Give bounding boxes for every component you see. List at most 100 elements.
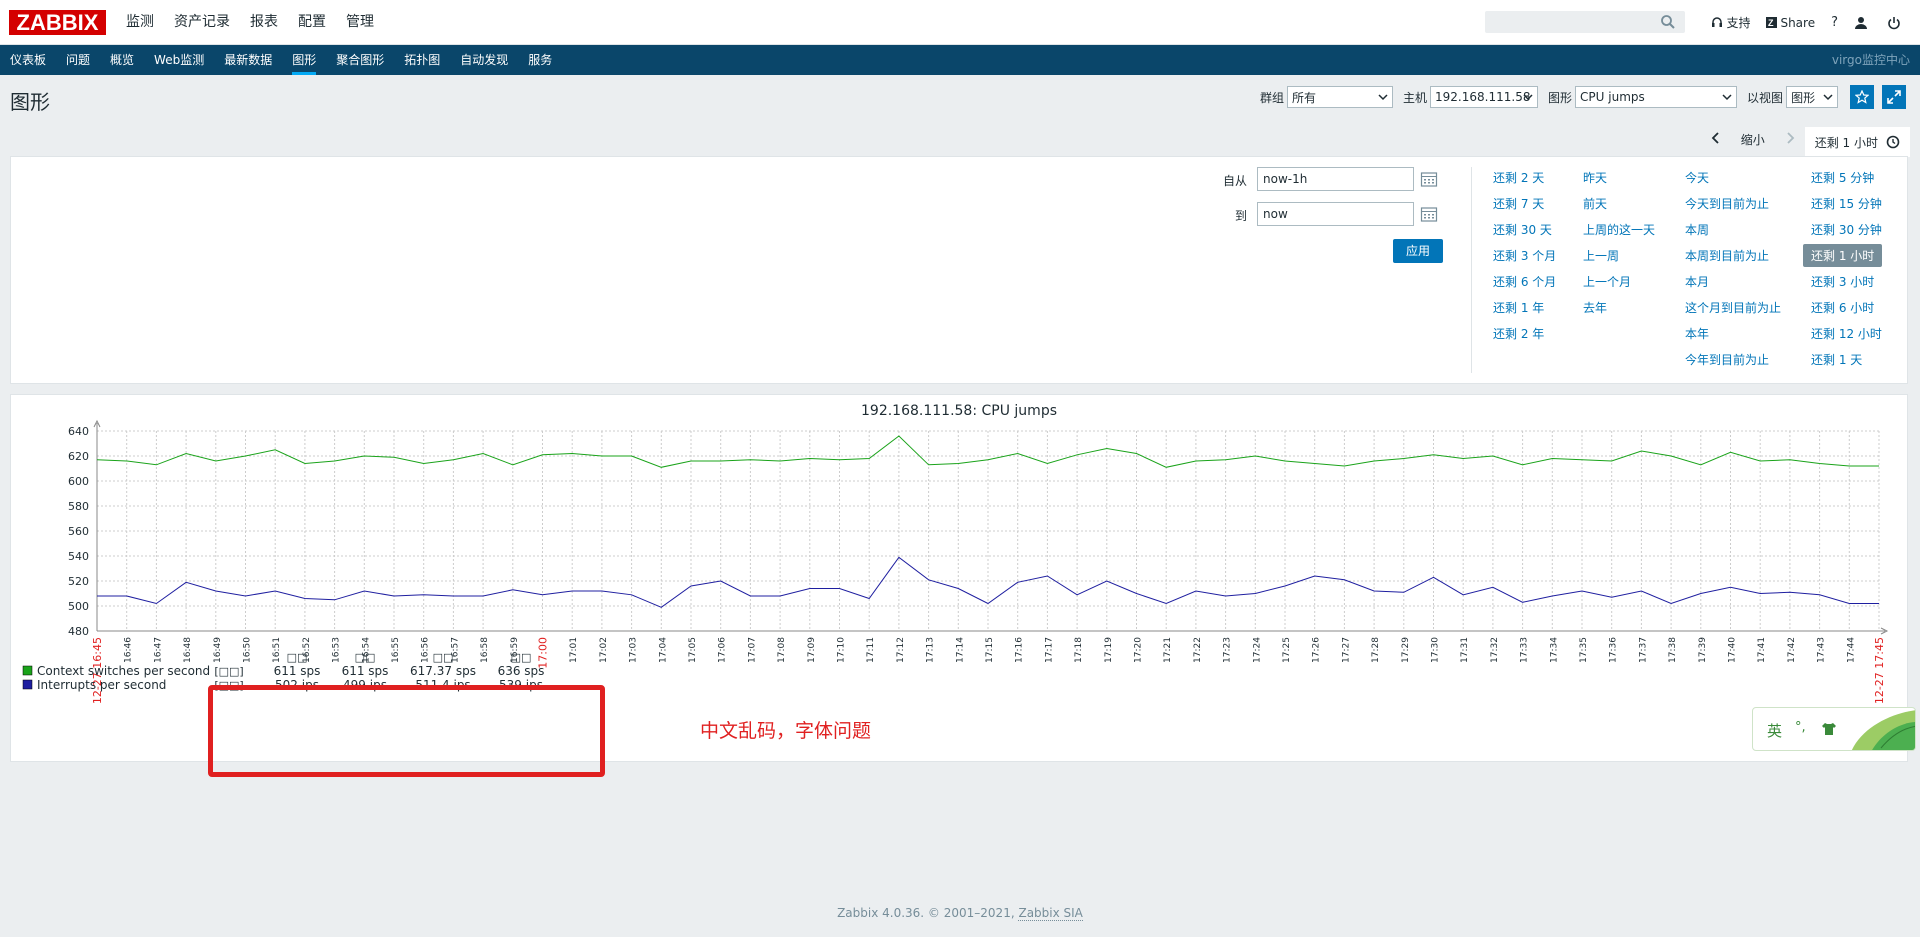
fullscreen-button[interactable]: [1882, 85, 1907, 109]
apply-button[interactable]: 应用: [1393, 239, 1443, 263]
zoom-out-button[interactable]: 缩小: [1731, 131, 1775, 148]
quick-time-link[interactable]: 还剩 30 天: [1493, 221, 1552, 238]
quick-time-link[interactable]: 还剩 5 分钟: [1811, 169, 1874, 186]
sub-menu-item[interactable]: 最新数据: [214, 45, 282, 75]
footer: Zabbix 4.0.36. © 2001–2021, Zabbix SIA: [0, 906, 1920, 921]
quick-time-link[interactable]: 还剩 2 天: [1493, 169, 1544, 186]
legend-value: 617.37 sps: [410, 664, 476, 678]
quick-time-link[interactable]: 还剩 6 个月: [1493, 273, 1556, 290]
calendar-icon[interactable]: [1420, 205, 1438, 223]
sub-menu-item[interactable]: 聚合图形: [326, 45, 394, 75]
sub-menu-item[interactable]: 拓扑图: [394, 45, 450, 75]
quick-time-link[interactable]: 前天: [1583, 195, 1607, 212]
time-forward-button[interactable]: [1775, 131, 1805, 147]
quick-time-link[interactable]: 还剩 3 个月: [1493, 247, 1556, 264]
logout-link[interactable]: [1887, 16, 1904, 30]
y-tick-label: 600: [68, 475, 89, 488]
quick-time-link[interactable]: 今天到目前为止: [1685, 195, 1769, 212]
time-filter-tab[interactable]: 还剩 1 小时: [1804, 127, 1910, 157]
x-tick-label: 17:36: [1609, 637, 1619, 663]
quick-time-link[interactable]: 上一个月: [1583, 273, 1631, 290]
quick-time-link[interactable]: 还剩 1 年: [1493, 299, 1544, 316]
x-tick-label: 17:30: [1431, 637, 1441, 663]
x-tick-label: 16:47: [153, 637, 163, 663]
ime-toolbar[interactable]: 英 °,: [1752, 707, 1916, 751]
graph-select[interactable]: CPU jumps: [1575, 86, 1738, 108]
sub-menu-item[interactable]: 自动发现: [450, 45, 518, 75]
x-tick-label: 17:28: [1371, 637, 1381, 663]
from-input[interactable]: now-1h: [1257, 167, 1414, 191]
quick-time-link[interactable]: 今天: [1685, 169, 1709, 186]
expand-icon: [1887, 90, 1901, 104]
x-tick-label: 17:35: [1579, 637, 1589, 663]
quick-time-link[interactable]: 还剩 2 年: [1493, 325, 1544, 342]
calendar-icon[interactable]: [1420, 170, 1438, 188]
quick-time-link[interactable]: 今年到目前为止: [1685, 351, 1769, 368]
quick-time-link[interactable]: 还剩 30 分钟: [1811, 221, 1882, 238]
x-tick-label: 17:12: [896, 637, 906, 663]
sub-menu-item[interactable]: 问题: [56, 45, 100, 75]
x-tick-label: 17:23: [1223, 637, 1233, 663]
zabbix-sia-link[interactable]: Zabbix SIA: [1018, 906, 1083, 921]
host-select[interactable]: 192.168.111.58: [1430, 86, 1539, 108]
x-tick-label: 17:26: [1312, 637, 1322, 663]
quick-time-link[interactable]: 上一周: [1583, 247, 1619, 264]
x-tick-label: 17:19: [1104, 637, 1114, 663]
zabbix-logo[interactable]: ZABBIX: [9, 10, 106, 35]
quick-time-link[interactable]: 这个月到目前为止: [1685, 299, 1781, 316]
legend-value: 611 sps: [274, 664, 321, 678]
group-select[interactable]: 所有: [1287, 86, 1394, 108]
x-tick-label: 17:44: [1846, 637, 1856, 663]
time-back-button[interactable]: [1701, 131, 1731, 147]
time-filter-panel: 自从 now-1h 到 now 应用 还剩 2 天还剩 7 天还剩 30 天还剩…: [10, 156, 1908, 384]
quick-time-link[interactable]: 本周: [1685, 221, 1709, 238]
legend-bracket-label: [□□]: [214, 665, 243, 678]
quick-time-link[interactable]: 还剩 1 天: [1811, 351, 1862, 368]
quick-time-link[interactable]: 还剩 7 天: [1493, 195, 1544, 212]
x-tick-label: 17:32: [1490, 637, 1500, 663]
x-tick-label: 17:10: [837, 637, 847, 663]
sub-menu-item[interactable]: 仪表板: [0, 45, 56, 75]
quick-time-link[interactable]: 还剩 12 小时: [1811, 325, 1882, 342]
quick-time-link[interactable]: 还剩 15 分钟: [1811, 195, 1882, 212]
search-input[interactable]: [1485, 11, 1685, 33]
search-icon[interactable]: [1660, 14, 1676, 30]
top-menu-item[interactable]: 报表: [240, 0, 288, 45]
quick-time-link[interactable]: 还剩 1 小时: [1803, 244, 1883, 267]
user-profile-link[interactable]: [1854, 16, 1871, 30]
y-tick-label: 540: [68, 550, 89, 563]
top-menu-item[interactable]: 资产记录: [164, 0, 240, 45]
quick-time-link[interactable]: 本周到目前为止: [1685, 247, 1769, 264]
support-link[interactable]: 支持: [1711, 14, 1750, 31]
help-link[interactable]: ?: [1831, 15, 1838, 30]
chevron-down-icon: [1722, 94, 1732, 101]
x-tick-label: 17:14: [955, 637, 965, 663]
view-select[interactable]: 图形: [1786, 86, 1839, 108]
sub-menu-item[interactable]: 图形: [282, 45, 326, 75]
y-tick-label: 580: [68, 500, 89, 513]
quick-time-link[interactable]: 上周的这一天: [1583, 221, 1655, 238]
share-link[interactable]: Z Share: [1766, 16, 1815, 30]
x-tick-label: 17:40: [1728, 637, 1738, 663]
quick-time-link[interactable]: 本月: [1685, 273, 1709, 290]
top-menu-item[interactable]: 管理: [336, 0, 384, 45]
sub-menu-item[interactable]: 概览: [100, 45, 144, 75]
quick-time-link[interactable]: 还剩 3 小时: [1811, 273, 1874, 290]
sub-menu-item[interactable]: Web监测: [144, 45, 214, 75]
to-input[interactable]: now: [1257, 202, 1414, 226]
quick-time-link[interactable]: 本年: [1685, 325, 1709, 342]
quick-time-link[interactable]: 还剩 6 小时: [1811, 299, 1874, 316]
add-to-favorites-button[interactable]: [1850, 85, 1875, 109]
x-tick-label: 17:34: [1549, 637, 1559, 663]
top-menu-item[interactable]: 监测: [116, 0, 164, 45]
ime-punct-label: °,: [1795, 720, 1806, 735]
sub-menu-item[interactable]: 服务: [518, 45, 562, 75]
view-value: 图形: [1791, 90, 1816, 105]
x-tick-label: 16:50: [243, 637, 253, 663]
divider: [1471, 167, 1472, 373]
annotation-highlight-box: [208, 685, 605, 777]
quick-time-link[interactable]: 去年: [1583, 299, 1607, 316]
top-menu-item[interactable]: 配置: [288, 0, 336, 45]
legend-series-name: Context switches per second: [37, 664, 210, 678]
quick-time-link[interactable]: 昨天: [1583, 169, 1607, 186]
